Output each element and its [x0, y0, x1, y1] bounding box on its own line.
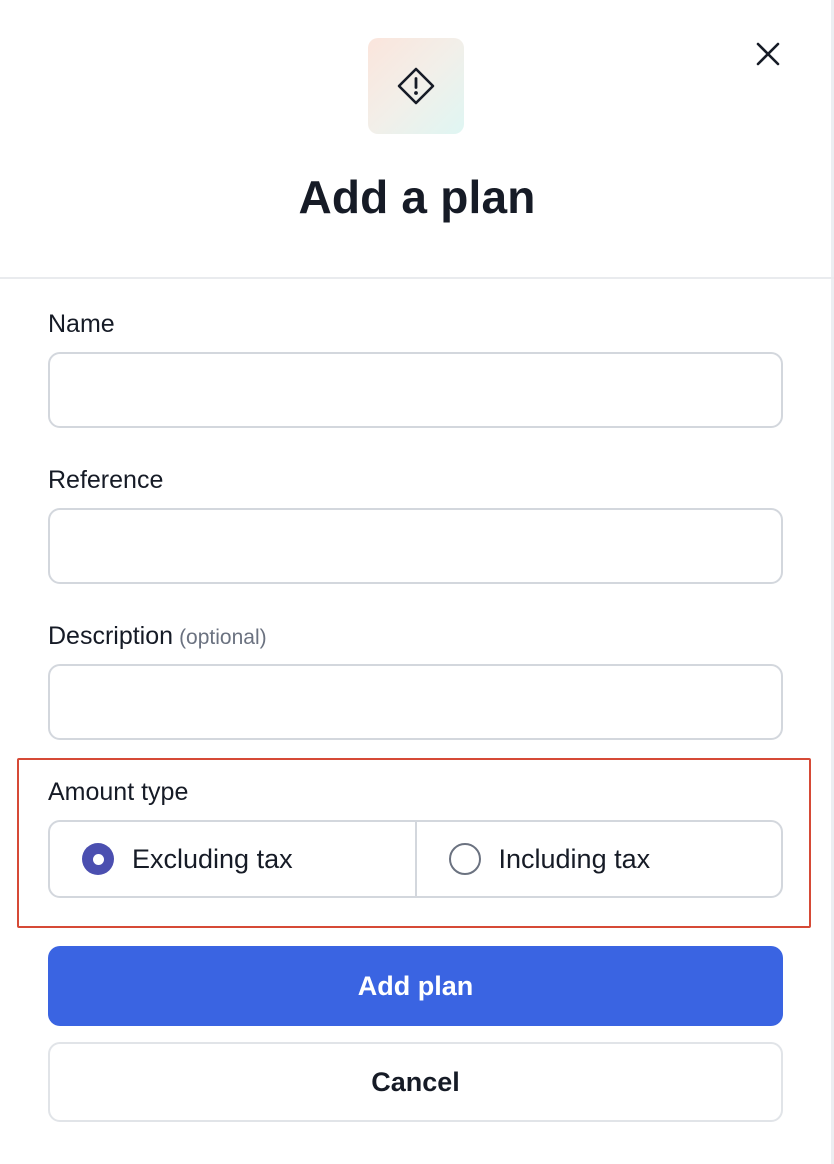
description-label-row: Description (optional)	[48, 622, 267, 651]
optional-note: (optional)	[179, 626, 267, 649]
description-input[interactable]	[48, 664, 783, 740]
amount-type-option-excluding-tax[interactable]: Excluding tax	[50, 822, 415, 896]
close-icon	[756, 42, 780, 66]
name-label: Name	[48, 310, 115, 338]
diamond-alert-icon	[368, 38, 464, 134]
reference-input[interactable]	[48, 508, 783, 584]
add-plan-button[interactable]: Add plan	[48, 946, 783, 1026]
radio-selected-icon	[82, 843, 114, 875]
cancel-button[interactable]: Cancel	[48, 1042, 783, 1122]
close-button[interactable]	[748, 34, 788, 74]
amount-type-label: Amount type	[48, 778, 189, 806]
amount-type-radio-group: Excluding tax Including tax	[48, 820, 783, 898]
radio-unselected-icon	[448, 843, 481, 875]
option-label: Excluding tax	[132, 843, 293, 874]
reference-label: Reference	[48, 466, 164, 494]
name-input[interactable]	[48, 352, 783, 428]
dialog-header: Add a plan	[0, 0, 834, 279]
add-plan-dialog: Add a plan Name Reference Description (op…	[0, 0, 834, 1164]
amount-type-option-including-tax[interactable]: Including tax	[414, 822, 782, 896]
description-label: Description	[48, 622, 174, 650]
dialog-title: Add a plan	[298, 171, 536, 223]
option-label: Including tax	[498, 843, 651, 874]
